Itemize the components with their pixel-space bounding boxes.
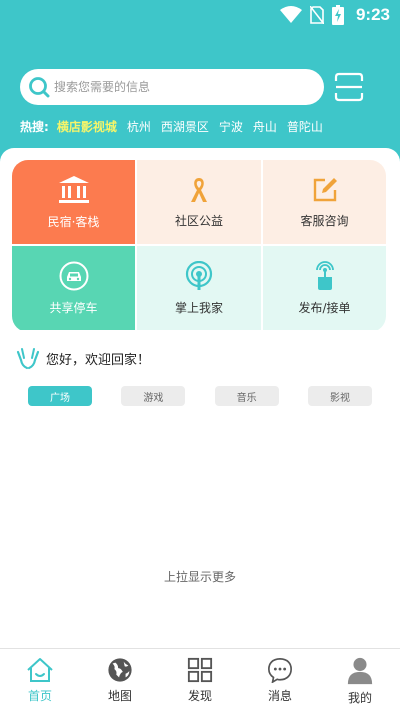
chat-icon — [268, 658, 292, 683]
signal-icon — [185, 260, 213, 290]
nav-label: 我的 — [347, 691, 372, 705]
tab-games[interactable]: 游戏 — [121, 386, 186, 406]
nav-item-discover[interactable]: 发现 — [160, 649, 240, 711]
service-grid: 民宿·客栈 社区公益 客服咨询 共享停车 掌上我家 发布/接单 — [12, 160, 386, 332]
edit-icon — [313, 177, 337, 201]
nav-label: 首页 — [27, 689, 52, 703]
scan-icon[interactable] — [334, 72, 364, 102]
search-box[interactable] — [20, 69, 324, 105]
ribbon-icon — [191, 177, 207, 202]
hot-search-item[interactable]: 杭州 — [127, 118, 151, 135]
bottom-nav: 首页 地图 发现 消息 我的 — [0, 648, 400, 711]
tab-movies[interactable]: 影视 — [307, 386, 372, 406]
grid-item-parking[interactable]: 共享停车 — [12, 246, 135, 330]
grid-item-label: 发布/接单 — [298, 300, 351, 315]
home-icon — [27, 658, 53, 682]
grid-item-label: 掌上我家 — [174, 300, 223, 315]
grid-item-label: 社区公益 — [174, 213, 223, 228]
main-content: 民宿·客栈 社区公益 客服咨询 共享停车 掌上我家 发布/接单 您好，欢迎回家！… — [0, 148, 400, 648]
waving-hands-icon — [16, 348, 40, 370]
nav-item-home[interactable]: 首页 — [0, 649, 80, 711]
status-bar: 9:23 — [0, 0, 400, 34]
welcome-text: 您好，欢迎回家！ — [46, 352, 151, 368]
grid-item-label: 民宿·客栈 — [47, 214, 100, 229]
hot-search-item[interactable]: 普陀山 — [287, 118, 323, 135]
search-input[interactable] — [54, 80, 304, 94]
hot-search-label: 热搜: — [20, 120, 49, 134]
grid-item-homestay[interactable]: 民宿·客栈 — [12, 160, 135, 244]
status-icons: 9:23 — [279, 5, 390, 25]
nav-item-me[interactable]: 我的 — [320, 649, 400, 711]
welcome-row: 您好，欢迎回家！ — [16, 346, 150, 370]
nav-label: 地图 — [107, 689, 132, 703]
grid-item-my-home[interactable]: 掌上我家 — [137, 246, 261, 330]
tab-plaza[interactable]: 广场 — [28, 386, 92, 406]
header: 9:23 热搜: 横店影视城 杭州 西湖景区 宁波 舟山 普陀山 — [0, 0, 400, 170]
car-icon — [59, 261, 88, 290]
category-tabs: 广场 游戏 音乐 影视 — [28, 386, 372, 406]
tab-music[interactable]: 音乐 — [214, 386, 279, 406]
grid-item-label: 客服咨询 — [300, 213, 349, 228]
wifi-icon — [279, 6, 302, 23]
search-icon — [29, 77, 50, 98]
globe-icon — [108, 658, 132, 682]
hot-search-item[interactable]: 横店影视城 — [57, 118, 117, 135]
grid-item-charity[interactable]: 社区公益 — [137, 160, 261, 244]
status-time: 9:23 — [355, 5, 390, 24]
no-sim-icon — [309, 6, 324, 24]
pull-up-more-text: 上拉显示更多 — [163, 570, 236, 584]
nav-label: 消息 — [267, 689, 292, 703]
hot-search-item[interactable]: 西湖景区 — [161, 118, 209, 135]
hot-search-item[interactable]: 舟山 — [253, 118, 277, 135]
hot-search-row: 热搜: 横店影视城 杭州 西湖景区 宁波 舟山 普陀山 — [20, 118, 333, 135]
grid-icon — [187, 657, 213, 683]
battery-charging-icon — [331, 5, 344, 25]
user-icon — [347, 657, 373, 685]
hand-signal-icon — [315, 260, 334, 290]
nav-label: 发现 — [187, 689, 212, 703]
hot-search-item[interactable]: 宁波 — [219, 118, 243, 135]
grid-item-publish-order[interactable]: 发布/接单 — [263, 246, 386, 330]
nav-item-messages[interactable]: 消息 — [240, 649, 320, 711]
nav-item-map[interactable]: 地图 — [80, 649, 160, 711]
grid-item-label: 共享停车 — [49, 300, 98, 315]
building-icon — [58, 175, 89, 203]
grid-item-customer-service[interactable]: 客服咨询 — [263, 160, 386, 244]
